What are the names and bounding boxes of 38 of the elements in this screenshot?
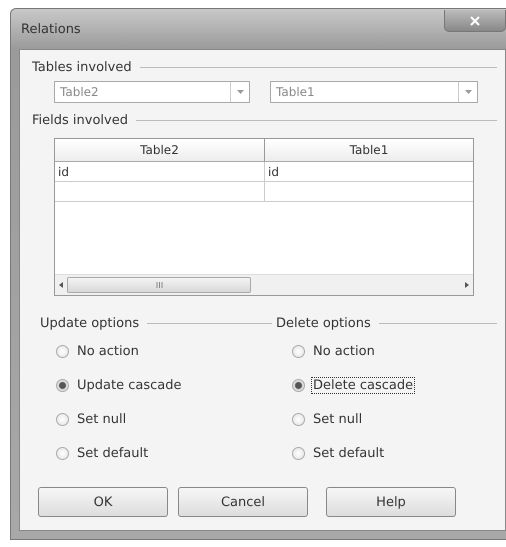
option-label[interactable]: Set null: [75, 410, 128, 428]
radio-button[interactable]: [292, 344, 305, 358]
section-label: Delete options: [276, 316, 371, 331]
section-label: Tables involved: [32, 60, 132, 75]
table-combo[interactable]: Table1: [270, 81, 478, 103]
table-combo[interactable]: Table2: [54, 81, 250, 103]
scroll-right-icon: [465, 282, 469, 288]
table-cell[interactable]: [55, 182, 265, 202]
dropdown-arrow-icon: [464, 90, 472, 94]
radio-button[interactable]: [292, 378, 305, 392]
option-label[interactable]: Set null: [311, 410, 364, 428]
dropdown-arrow-icon: [236, 90, 244, 94]
radio-button[interactable]: [56, 446, 69, 460]
dialog-button[interactable]: Help: [326, 487, 456, 517]
section-label: Update options: [40, 316, 140, 331]
horizontal-scrollbar[interactable]: [55, 274, 473, 295]
table-cell[interactable]: id: [55, 162, 265, 182]
radio-button[interactable]: [56, 344, 69, 358]
option-label[interactable]: Delete cascade: [311, 376, 416, 394]
option-label[interactable]: Update cascade: [75, 376, 184, 394]
scrollbar-thumb[interactable]: [67, 277, 251, 293]
close-button[interactable]: [444, 10, 506, 32]
option-label[interactable]: No action: [75, 342, 141, 360]
radio-button[interactable]: [292, 446, 305, 460]
table-cell[interactable]: id: [265, 162, 473, 182]
radio-button[interactable]: [56, 378, 69, 392]
radio-button[interactable]: [292, 412, 305, 426]
dialog-button[interactable]: Cancel: [178, 487, 308, 517]
radio-button[interactable]: [56, 412, 69, 426]
column-header: Table2: [55, 139, 265, 162]
section-label: Fields involved: [32, 113, 128, 128]
option-label[interactable]: Set default: [75, 444, 150, 462]
window-title: Relations: [20, 22, 81, 36]
close-icon: [470, 16, 480, 26]
dialog-button[interactable]: OK: [38, 487, 168, 517]
option-label[interactable]: No action: [311, 342, 377, 360]
scroll-left-icon: [59, 282, 63, 288]
option-label[interactable]: Set default: [311, 444, 386, 462]
